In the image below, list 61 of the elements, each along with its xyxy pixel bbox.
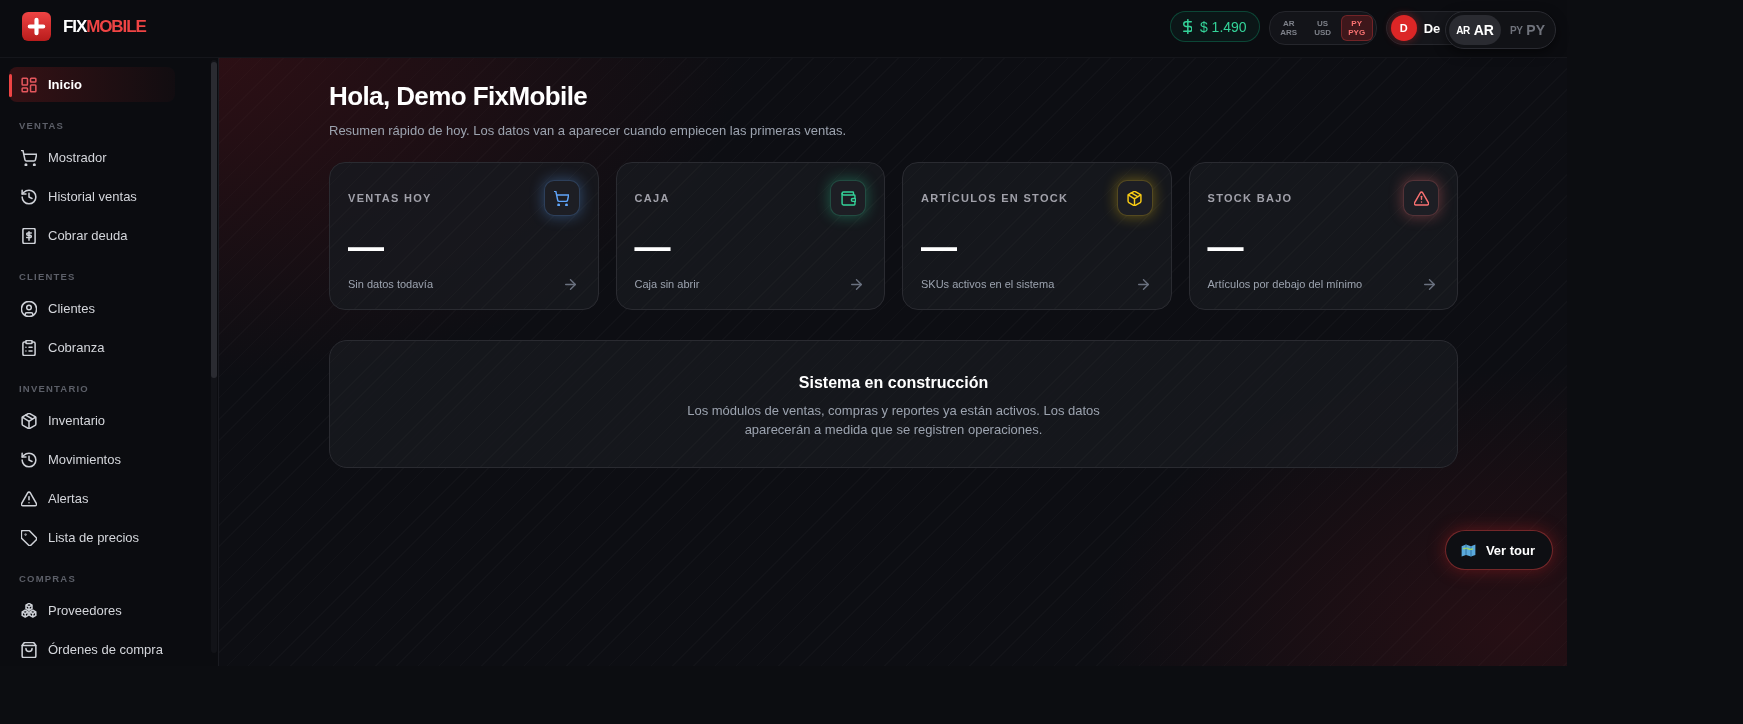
card-label: VENTAS HOY — [348, 192, 432, 204]
card-value: — — [921, 229, 957, 265]
stat-card[interactable]: CAJA — Caja sin abrir — [615, 162, 885, 310]
card-caption: Caja sin abrir — [634, 277, 700, 291]
section-heading: VENTAS — [18, 119, 66, 132]
clipboard-icon — [21, 339, 37, 356]
dollar-receipt-icon — [21, 227, 37, 244]
stat-card[interactable]: ARTÍCULOS EN STOCK — SKUs activos en el sistema — [902, 162, 1172, 310]
cart-icon — [21, 149, 37, 166]
nav-item[interactable]: Mostrador — [9, 140, 175, 175]
tag-icon — [21, 529, 37, 546]
dollar-icon — [1182, 19, 1192, 34]
scrollbar-track[interactable] — [211, 60, 217, 653]
balance-amount: $ 1.490 — [1199, 18, 1247, 35]
card-value: — — [1207, 229, 1244, 265]
language-option[interactable]: PY PY — [1502, 15, 1552, 45]
page-title: Hola, Demo FixMobile — [329, 81, 589, 111]
notice-text: Los módulos de ventas, compras y reportes ya están activos. Los datos aparecerán a medida que se registren operaciones. — [686, 402, 1101, 439]
card-value: — — [634, 229, 671, 265]
currency-option[interactable]: PY PYG — [1340, 15, 1373, 41]
card-label: ARTÍCULOS EN STOCK — [921, 192, 1069, 204]
brand-name: FIXMOBILE — [63, 16, 146, 37]
shopping-bag-icon — [21, 641, 37, 658]
scrollbar-thumb[interactable] — [211, 62, 217, 378]
logo-icon — [22, 12, 51, 41]
card-value: — — [348, 229, 384, 265]
notice-title: Sistema en construcción — [797, 373, 990, 392]
stat-card[interactable]: STOCK BAJO — Artículos por debajo del mínimo — [1188, 162, 1458, 310]
user-avatar: D — [1390, 15, 1417, 41]
nav-item[interactable]: Historial ventas — [9, 179, 175, 214]
map-icon — [1460, 543, 1476, 557]
card-caption: Sin datos todavía — [348, 277, 433, 291]
nav-item[interactable]: Movimientos — [9, 442, 175, 477]
card-label: CAJA — [634, 192, 670, 204]
card-caption: SKUs activos en el sistema — [921, 277, 1055, 291]
page-subtitle: Resumen rápido de hoy. Los datos van a aparecer cuando empiecen las primeras ventas. — [329, 123, 848, 138]
stat-card[interactable]: VENTAS HOY — Sin datos todavía — [329, 162, 599, 310]
history-icon — [21, 451, 37, 468]
history-icon — [21, 188, 37, 205]
section-heading: COMPRAS — [18, 572, 77, 585]
nav-item[interactable]: Cobrar deuda — [9, 218, 175, 253]
currency-option[interactable]: US USD — [1306, 15, 1339, 41]
currency-option[interactable]: AR ARS — [1272, 15, 1305, 41]
warning-icon — [21, 490, 37, 507]
nav-item[interactable]: Inventario — [9, 403, 175, 438]
nav-item[interactable]: Alertas — [9, 481, 175, 516]
section-heading: CLIENTES — [18, 270, 77, 283]
nav-item[interactable]: Lista de precios — [9, 520, 175, 555]
cubes-icon — [21, 602, 37, 619]
nav-item[interactable]: Proveedores — [9, 593, 175, 628]
nav-item[interactable]: Cobranza — [9, 330, 175, 365]
nav-item[interactable]: Inicio — [9, 67, 175, 102]
package-icon — [21, 412, 37, 429]
nav-item[interactable]: Órdenes de compra — [9, 632, 175, 666]
dashboard-icon — [21, 76, 37, 93]
language-option[interactable]: AR AR — [1449, 15, 1501, 45]
card-label: STOCK BAJO — [1207, 192, 1293, 204]
nav-item[interactable]: Clientes — [9, 291, 175, 326]
card-caption: Artículos por debajo del mínimo — [1207, 277, 1363, 291]
section-heading: INVENTARIO — [18, 382, 90, 395]
tour-button[interactable]: Ver tour — [1444, 530, 1553, 570]
